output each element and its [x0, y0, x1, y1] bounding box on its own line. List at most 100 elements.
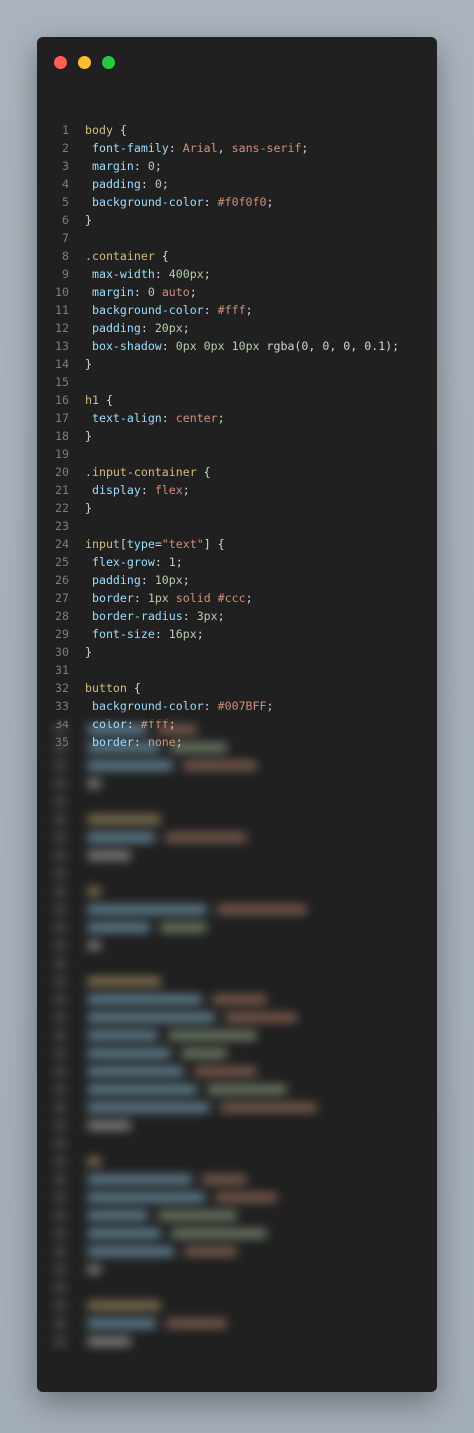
- blurred-line-number: [53, 1067, 67, 1076]
- line-number: 25: [55, 555, 69, 569]
- code-token: flex-grow: [91, 555, 155, 569]
- blurred-line-number: [53, 1193, 67, 1202]
- line-number: 5: [62, 195, 69, 209]
- code-line: 23: [37, 517, 437, 535]
- code-text: border-radius: 3px;: [85, 607, 225, 625]
- code-line: 19: [37, 445, 437, 463]
- code-token: 10px: [154, 573, 183, 587]
- code-token: ;: [217, 609, 225, 623]
- code-token: 16px: [168, 627, 197, 641]
- code-text: h1 {: [85, 391, 113, 409]
- blurred-code-line: [87, 1103, 210, 1112]
- code-line: 11 background-color: #fff;: [37, 301, 437, 319]
- blurred-code-line: [217, 905, 307, 914]
- line-number: 32: [55, 681, 69, 695]
- blurred-code-line: [87, 1049, 171, 1058]
- code-token: ;: [182, 573, 190, 587]
- blurred-code-line: [87, 995, 202, 1004]
- code-token: {: [98, 393, 113, 407]
- code-token: 0: [147, 159, 155, 173]
- code-token: margin: [91, 285, 134, 299]
- blurred-code-line: [183, 761, 257, 770]
- code-line: 2 font-family: Arial, sans-serif;: [37, 139, 437, 157]
- window-titlebar: [37, 37, 437, 87]
- blurred-line-number: [53, 1157, 67, 1166]
- blurred-line-number: [53, 905, 67, 914]
- line-number: 2: [62, 141, 69, 155]
- blurred-code-line: [87, 779, 101, 788]
- code-token: #f0f0f0: [217, 195, 267, 209]
- code-token: ;: [161, 177, 169, 191]
- code-token: ;: [245, 591, 253, 605]
- blurred-line-number: [53, 1247, 67, 1256]
- code-token: :: [133, 159, 148, 173]
- blurred-code-line: [166, 1319, 227, 1328]
- blurred-code-line: [87, 923, 150, 932]
- blurred-line-number: [53, 815, 67, 824]
- code-text: display: flex;: [85, 481, 190, 499]
- line-number: 4: [62, 177, 69, 191]
- code-line: 30}: [37, 643, 437, 661]
- code-text: }: [85, 499, 92, 517]
- code-line: 17 text-align: center;: [37, 409, 437, 427]
- code-token: .input-container: [85, 465, 197, 479]
- maximize-window-icon[interactable]: [102, 56, 115, 69]
- blurred-line-number: [53, 1211, 67, 1220]
- code-line: 14}: [37, 355, 437, 373]
- code-line: 24 input[type="text"] {: [37, 535, 437, 553]
- code-token: :: [154, 555, 169, 569]
- code-token: ;: [301, 141, 309, 155]
- line-number: 15: [55, 375, 69, 389]
- code-line: 1 body {: [37, 121, 437, 139]
- code-line: 8 .container {: [37, 247, 437, 265]
- code-line: 28 border-radius: 3px;: [37, 607, 437, 625]
- code-text: padding: 0;: [85, 175, 169, 193]
- blurred-line-number: [53, 1013, 67, 1022]
- code-token: ;: [196, 627, 204, 641]
- blurred-code-line: [87, 1265, 101, 1274]
- line-number: 6: [62, 213, 69, 227]
- blurred-line-number: [53, 779, 67, 788]
- code-line: 4 padding: 0;: [37, 175, 437, 193]
- blurred-line-number: [53, 797, 67, 806]
- code-token: :: [161, 339, 176, 353]
- code-token: ;: [182, 321, 190, 335]
- blurred-code-line: [87, 851, 131, 860]
- code-token: border-radius: [91, 609, 183, 623]
- code-line: 21 display: flex;: [37, 481, 437, 499]
- close-window-icon[interactable]: [54, 56, 67, 69]
- blurred-code-line: [87, 1229, 161, 1238]
- blurred-code-line: [207, 1085, 287, 1094]
- code-token: ;: [154, 159, 162, 173]
- code-token: max-width: [91, 267, 155, 281]
- code-line: 12 padding: 20px;: [37, 319, 437, 337]
- blurred-line-number: [53, 1337, 67, 1346]
- code-token: margin: [91, 159, 134, 173]
- code-token: [: [119, 537, 127, 551]
- line-number: 8: [62, 249, 69, 263]
- code-line: 13 box-shadow: 0px 0px 10px rgba(0, 0, 0…: [37, 337, 437, 355]
- code-line: 7: [37, 229, 437, 247]
- blurred-line-number: [53, 887, 67, 896]
- blurred-code-line: [87, 1211, 148, 1220]
- line-number: 3: [62, 159, 69, 173]
- blurred-line-number: [53, 1265, 67, 1274]
- code-token: box-shadow: [91, 339, 162, 353]
- code-text: background-color: #f0f0f0;: [85, 193, 274, 211]
- blurred-code-line: [87, 815, 161, 824]
- blurred-line-number: [53, 1121, 67, 1130]
- minimize-window-icon[interactable]: [78, 56, 91, 69]
- code-text: }: [85, 643, 92, 661]
- code-token: }: [85, 357, 92, 371]
- blurred-code-line: [87, 1067, 184, 1076]
- blurred-code-line: [168, 1031, 257, 1040]
- code-token: ;: [266, 195, 274, 209]
- code-token: ;: [203, 267, 211, 281]
- line-number: 7: [62, 231, 69, 245]
- code-token: :: [133, 591, 148, 605]
